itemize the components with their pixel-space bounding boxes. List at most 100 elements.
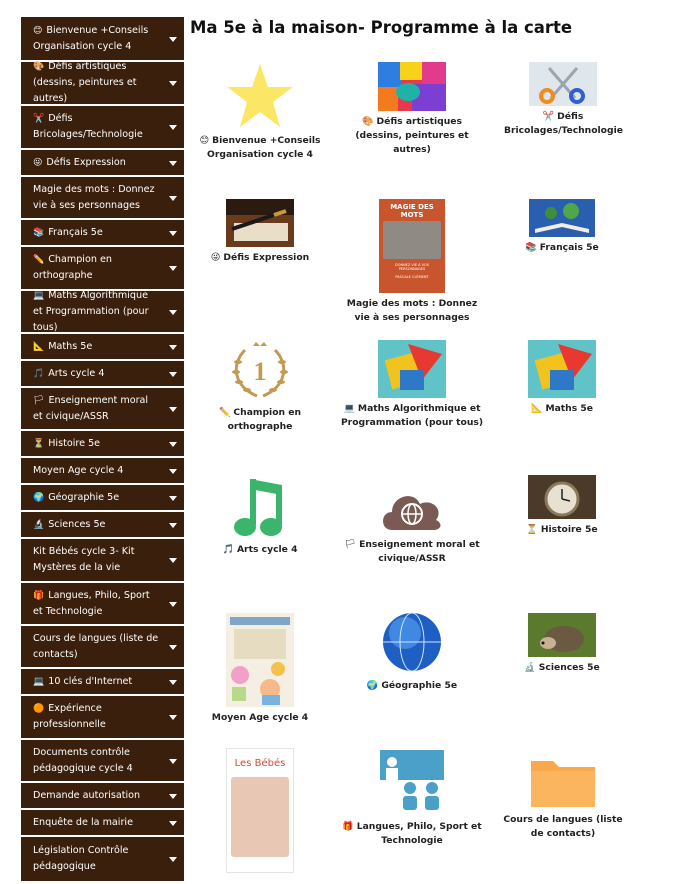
sidebar-item-label: ⏳ Histoire 5e xyxy=(33,437,101,449)
tile-label: 🎵 Arts cycle 4 xyxy=(222,544,298,555)
tile-maths-algo[interactable]: 💻 Maths Algorithmique et Programmation (p… xyxy=(338,340,486,430)
sidebar-item-legislation[interactable]: Législation Contrôle pédagogique xyxy=(21,837,184,881)
medal-number: 1 xyxy=(254,357,267,386)
chevron-down-icon[interactable] xyxy=(169,371,177,377)
sidebar-item-arts[interactable]: 🎵 Arts cycle 4 xyxy=(21,361,184,388)
sidebar-item-histoire[interactable]: ⏳ Histoire 5e xyxy=(21,431,184,458)
folder-icon xyxy=(531,761,595,807)
tile-maths-5e[interactable]: 📐 Maths 5e xyxy=(512,340,612,416)
sidebar-item-experience-pro[interactable]: 🟠 Expérience professionnelle xyxy=(21,696,184,740)
sidebar-item-defis-artistiques[interactable]: 🎨 Défis artistiques (dessins, peintures e… xyxy=(21,61,184,106)
sidebar-item-maths-5e[interactable]: 📐 Maths 5e xyxy=(21,334,184,361)
tile-cours-langues[interactable]: Cours de langues (liste de contacts) xyxy=(496,755,630,841)
sidebar-item-champion-orthographe[interactable]: ✏️ Champion en orthographe xyxy=(21,247,184,291)
chevron-down-icon[interactable] xyxy=(169,495,177,501)
sidebar-item-francais[interactable]: 📚 Français 5e xyxy=(21,220,184,247)
sidebar-item-label: 🔬 Sciences 5e xyxy=(33,518,106,530)
chevron-down-icon[interactable] xyxy=(169,758,177,764)
chevron-down-icon[interactable] xyxy=(169,266,177,271)
sidebar-item-sciences[interactable]: 🔬 Sciences 5e xyxy=(21,512,184,539)
chevron-down-icon[interactable] xyxy=(169,160,177,166)
chevron-down-icon[interactable] xyxy=(169,679,177,685)
chevron-down-icon[interactable] xyxy=(169,230,177,236)
sidebar-item-label: 🌍 Géographie 5e xyxy=(33,491,120,503)
tile-label: 🏳 Enseignement moral et civique/ASSR xyxy=(344,539,480,564)
tile-label: 🎨 Défis artistiques (dessins, peintures e… xyxy=(355,116,469,155)
chevron-down-icon[interactable] xyxy=(169,344,177,350)
chevron-down-icon[interactable] xyxy=(169,558,177,563)
book-cat-photo xyxy=(383,221,441,259)
tile-champion-orthographe[interactable]: 1 ✏️ Champion en orthographe xyxy=(210,340,310,434)
sidebar-item-documents-controle[interactable]: Documents contrôle pédagogique cycle 4 xyxy=(21,740,184,783)
smile-icon: 😊 xyxy=(199,135,210,146)
tile-sciences[interactable]: 🔬 Sciences 5e xyxy=(512,613,612,675)
sidebar-item-cours-langues[interactable]: Cours de langues (liste de contacts) xyxy=(21,626,184,669)
pen-image xyxy=(226,199,294,247)
palette-icon: 🎨 xyxy=(362,116,374,127)
page-title: Ma 5e à la maison- Programme à la carte xyxy=(190,18,573,37)
sidebar-item-demande-autorisation[interactable]: Demande autorisation xyxy=(21,783,184,810)
chevron-down-icon[interactable] xyxy=(169,715,177,720)
cloud-globe-icon xyxy=(383,496,441,530)
pencil-icon: ✏️ xyxy=(218,407,231,418)
books-icon: 📚 xyxy=(525,242,537,253)
chevron-down-icon[interactable] xyxy=(169,522,177,528)
tile-histoire[interactable]: ⏳ Histoire 5e xyxy=(512,475,612,537)
chevron-down-icon[interactable] xyxy=(169,36,177,42)
sidebar-item-maths-algo[interactable]: 💻 Maths Algorithmique et Programmation (p… xyxy=(21,290,184,334)
palette-icon: 🎨 xyxy=(33,62,45,72)
tile-label: Moyen Age cycle 4 xyxy=(211,712,309,723)
music-note-icon xyxy=(234,479,282,536)
sidebar-item-emc[interactable]: 🏳 Enseignement moral et civique/ASSR xyxy=(21,388,184,431)
chevron-down-icon[interactable] xyxy=(169,125,177,130)
sidebar-item-bienvenue[interactable]: 😊 Bienvenue +Conseils Organisation cycle … xyxy=(21,17,184,62)
microscope-icon: 🔬 xyxy=(524,662,536,673)
tile-geographie[interactable]: 🌍 Géographie 5e xyxy=(352,609,472,693)
tile-langues-philo[interactable]: 🎁 Langues, Philo, Sport et Technologie xyxy=(342,748,482,848)
tile-emc[interactable]: 🏳 Enseignement moral et civique/ASSR xyxy=(342,484,482,566)
chevron-down-icon[interactable] xyxy=(169,195,177,201)
triangle-ruler-icon: 📐 xyxy=(530,403,543,414)
tile-defis-bricolages[interactable]: ✂️ Défis Bricolages/Technologie xyxy=(504,62,623,138)
sidebar-item-label: ✏️ Champion en orthographe xyxy=(33,254,112,281)
chevron-down-icon[interactable] xyxy=(169,820,177,826)
sidebar-item-magie-des-mots[interactable]: Magie des mots : Donnez vie à ses person… xyxy=(21,177,184,220)
chevron-down-icon[interactable] xyxy=(169,406,177,412)
chevron-down-icon[interactable] xyxy=(169,793,177,799)
sidebar-item-label: Cours de langues (liste de contacts) xyxy=(33,632,159,660)
tile-magie-des-mots[interactable]: MAGIE DES MOTS DONNEZ VIE À VOS PERSONNA… xyxy=(338,199,486,325)
sidebar-item-langues-philo[interactable]: 🎁 Langues, Philo, Sport et Technologie xyxy=(21,583,184,626)
sidebar-item-label: Enquête de la mairie xyxy=(33,816,133,828)
globe-icon xyxy=(383,612,441,672)
tile-francais[interactable]: 📚 Français 5e xyxy=(512,199,612,255)
sidebar-item-label: 🎨 Défis artistiques (dessins, peintures e… xyxy=(33,61,137,104)
chevron-down-icon[interactable] xyxy=(169,468,177,474)
chevron-down-icon[interactable] xyxy=(169,441,177,447)
tile-defis-artistiques[interactable]: 🎨 Défis artistiques (dessins, peintures e… xyxy=(340,62,484,157)
sidebar-item-defis-expression[interactable]: 😜 Défis Expression xyxy=(21,150,184,177)
chevron-down-icon[interactable] xyxy=(169,601,177,607)
chevron-down-icon[interactable] xyxy=(169,857,177,862)
tile-moyen-age[interactable]: Moyen Age cycle 4 xyxy=(210,613,310,725)
chevron-down-icon[interactable] xyxy=(169,81,177,86)
sidebar-item-label: 📐 Maths 5e xyxy=(33,340,93,352)
sidebar-item-kit-bebes[interactable]: Kit Bébés cycle 3- Kit Mystères de la vi… xyxy=(21,539,184,583)
tile-defis-expression[interactable]: 😜 Défis Expression xyxy=(205,199,315,265)
tile-kit-bebes[interactable]: Les Bébés xyxy=(225,748,295,877)
tile-bienvenue[interactable]: 😊 Bienvenue +Conseils Organisation cycle … xyxy=(198,62,322,162)
music-note-icon: 🎵 xyxy=(222,544,234,555)
sidebar-item-defis-bricolages[interactable]: ✂️ Défis Bricolages/Technologie xyxy=(21,106,184,150)
sidebar-item-enquete-mairie[interactable]: Enquête de la mairie xyxy=(21,810,184,837)
sidebar-item-geographie[interactable]: 🌍 Géographie 5e xyxy=(21,485,184,512)
tile-arts[interactable]: 🎵 Arts cycle 4 xyxy=(210,475,310,557)
sidebar-item-label: Demande autorisation xyxy=(33,789,141,801)
sidebar-item-moyen-age[interactable]: Moyen Age cycle 4 xyxy=(21,458,184,485)
sidebar-item-10-cles[interactable]: 💻 10 clés d'Internet xyxy=(21,669,184,696)
geometry-image xyxy=(528,340,596,398)
chevron-down-icon[interactable] xyxy=(169,644,177,650)
laurel-medal-icon: 1 xyxy=(232,342,288,398)
chevron-down-icon[interactable] xyxy=(169,309,177,315)
sidebar-menu: 😊 Bienvenue +Conseils Organisation cycle … xyxy=(21,17,184,881)
star-icon xyxy=(227,64,293,127)
tile-label: 🔬 Sciences 5e xyxy=(524,662,600,673)
